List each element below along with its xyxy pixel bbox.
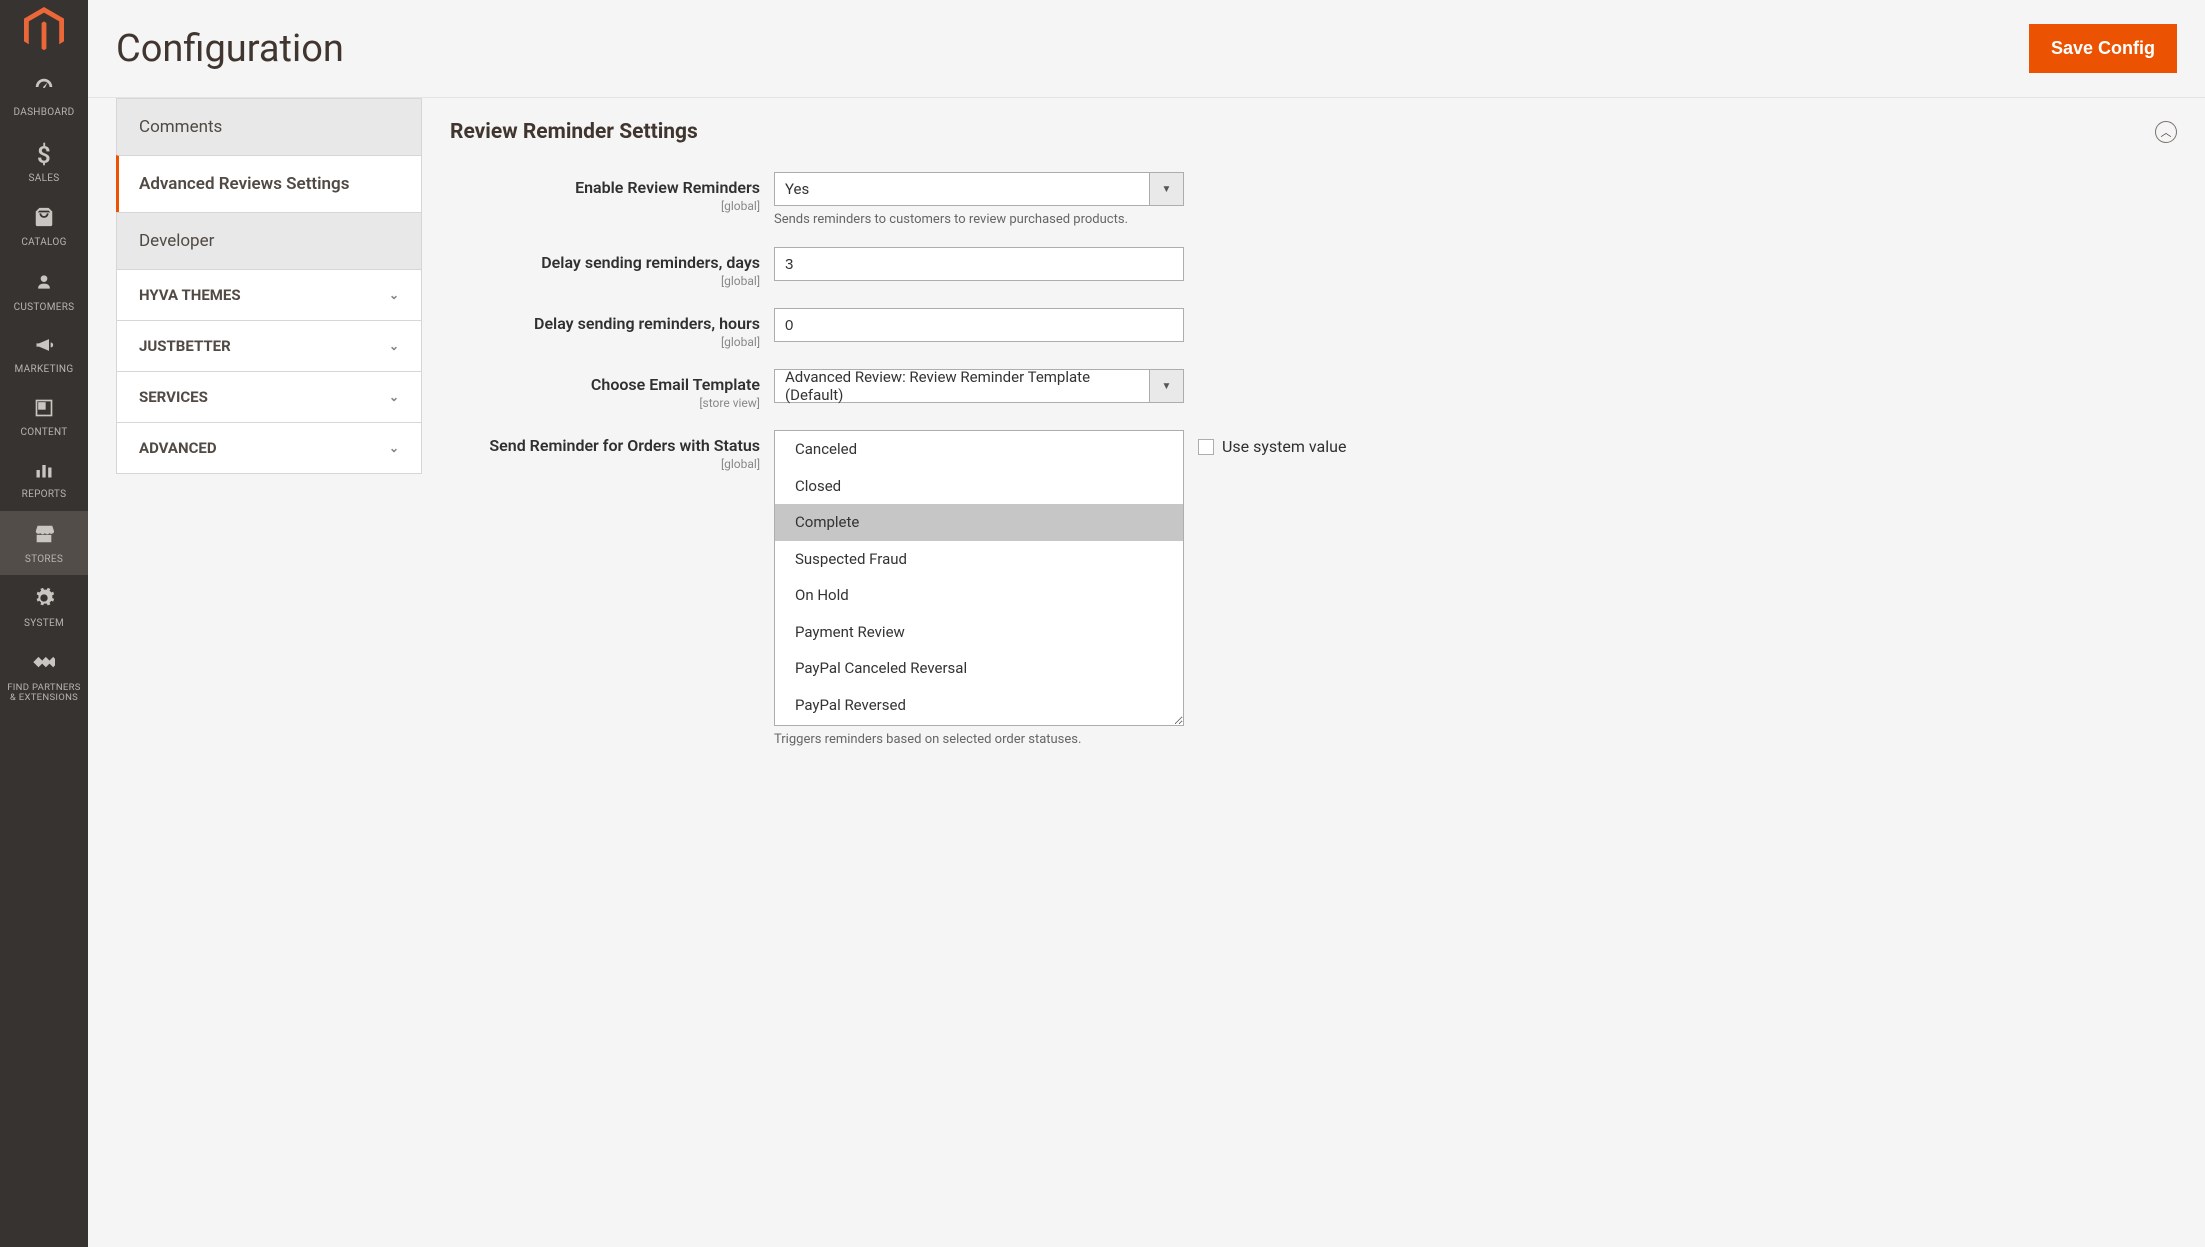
nav-item-marketing[interactable]: MARKETING bbox=[0, 323, 88, 386]
nav-label: CONTENT bbox=[4, 427, 84, 439]
select-value: Yes bbox=[775, 173, 1149, 205]
field-label: Delay sending reminders, days bbox=[541, 253, 760, 272]
field-label: Delay sending reminders, hours bbox=[534, 314, 760, 333]
field-enable-reminders: Enable Review Reminders [global] Yes ▼ S… bbox=[450, 172, 2177, 227]
nav-label: SALES bbox=[4, 173, 84, 185]
nav-label: REPORTS bbox=[4, 489, 84, 501]
group-label: ADVANCED bbox=[139, 439, 217, 457]
sales-icon: $ bbox=[4, 141, 84, 169]
config-tab-advanced-reviews-settings[interactable]: Advanced Reviews Settings bbox=[116, 155, 422, 212]
checkbox-label: Use system value bbox=[1222, 437, 1346, 456]
enable-reminders-select[interactable]: Yes ▼ bbox=[774, 172, 1184, 206]
marketing-icon bbox=[4, 335, 84, 360]
checkbox-icon bbox=[1198, 439, 1214, 455]
status-option[interactable]: Closed bbox=[775, 468, 1183, 505]
nav-item-find-partners[interactable]: FIND PARTNERS & EXTENSIONS bbox=[0, 640, 88, 715]
status-option[interactable]: PayPal Canceled Reversal bbox=[775, 650, 1183, 687]
field-delay-hours: Delay sending reminders, hours [global] bbox=[450, 308, 2177, 349]
nav-item-stores[interactable]: STORES bbox=[0, 511, 88, 576]
save-config-button[interactable]: Save Config bbox=[2029, 24, 2177, 73]
nav-item-system[interactable]: SYSTEM bbox=[0, 575, 88, 640]
status-option[interactable]: Payment Review bbox=[775, 614, 1183, 651]
field-label: Send Reminder for Orders with Status bbox=[489, 436, 760, 455]
chevron-down-icon: ▼ bbox=[1149, 370, 1183, 402]
nav-item-sales[interactable]: $ SALES bbox=[0, 129, 88, 195]
nav-item-catalog[interactable]: CATALOG bbox=[0, 194, 88, 259]
field-label: Choose Email Template bbox=[591, 375, 760, 394]
nav-label: STORES bbox=[4, 554, 84, 566]
reports-icon bbox=[4, 460, 84, 485]
config-group-justbetter[interactable]: JUSTBETTER ⌄ bbox=[116, 321, 422, 372]
nav-label: SYSTEM bbox=[4, 618, 84, 630]
status-option[interactable]: Complete bbox=[775, 504, 1183, 541]
customers-icon bbox=[4, 271, 84, 298]
system-icon bbox=[4, 587, 84, 614]
status-option[interactable]: On Hold bbox=[775, 577, 1183, 614]
nav-item-content[interactable]: CONTENT bbox=[0, 386, 88, 449]
chevron-down-icon: ⌄ bbox=[389, 390, 399, 404]
field-scope: [global] bbox=[450, 199, 760, 213]
chevron-down-icon: ⌄ bbox=[389, 339, 399, 353]
chevron-up-icon: ︿ bbox=[2161, 124, 2172, 140]
status-option[interactable]: Suspected Fraud bbox=[775, 541, 1183, 578]
email-template-select[interactable]: Advanced Review: Review Reminder Templat… bbox=[774, 369, 1184, 403]
section-collapse-toggle[interactable]: ︿ bbox=[2155, 121, 2177, 143]
page-title: Configuration bbox=[116, 27, 344, 71]
status-option[interactable]: Pending bbox=[775, 723, 1183, 726]
delay-days-input[interactable] bbox=[774, 247, 1184, 281]
chevron-down-icon: ⌄ bbox=[389, 441, 399, 455]
field-scope: [store view] bbox=[450, 396, 760, 410]
group-label: HYVA THEMES bbox=[139, 286, 241, 304]
nav-label: CUSTOMERS bbox=[4, 302, 84, 314]
config-tab-developer[interactable]: Developer bbox=[116, 212, 422, 270]
nav-label: FIND PARTNERS & EXTENSIONS bbox=[4, 683, 84, 705]
delay-hours-input[interactable] bbox=[774, 308, 1184, 342]
page-header: Configuration Save Config bbox=[88, 0, 2205, 98]
content-icon bbox=[4, 398, 84, 423]
config-group-hyva-themes[interactable]: HYVA THEMES ⌄ bbox=[116, 269, 422, 321]
field-scope: [global] bbox=[450, 335, 760, 349]
field-delay-days: Delay sending reminders, days [global] bbox=[450, 247, 2177, 288]
order-status-multiselect[interactable]: CanceledClosedCompleteSuspected FraudOn … bbox=[774, 430, 1184, 726]
chevron-down-icon: ⌄ bbox=[389, 288, 399, 302]
nav-label: CATALOG bbox=[4, 237, 84, 249]
magento-logo-icon bbox=[24, 10, 64, 50]
field-label: Enable Review Reminders bbox=[575, 178, 760, 197]
field-note: Sends reminders to customers to review p… bbox=[774, 212, 1184, 227]
nav-item-reports[interactable]: REPORTS bbox=[0, 448, 88, 511]
nav-item-dashboard[interactable]: DASHBOARD bbox=[0, 64, 88, 129]
settings-panel: Review Reminder Settings ︿ Enable Review… bbox=[450, 98, 2205, 767]
use-system-value-checkbox[interactable]: Use system value bbox=[1198, 437, 1346, 456]
nav-item-customers[interactable]: CUSTOMERS bbox=[0, 259, 88, 324]
find-partners-icon bbox=[4, 652, 84, 679]
group-label: JUSTBETTER bbox=[139, 337, 231, 355]
nav-label: MARKETING bbox=[4, 364, 84, 376]
admin-sidebar: DASHBOARD $ SALES CATALOG CUSTOMERS MARKETING… bbox=[0, 0, 88, 1247]
status-option[interactable]: PayPal Reversed bbox=[775, 687, 1183, 724]
config-tab-comments[interactable]: Comments bbox=[116, 98, 422, 155]
select-value: Advanced Review: Review Reminder Templat… bbox=[775, 370, 1149, 402]
field-scope: [global] bbox=[450, 457, 760, 471]
field-order-status: Send Reminder for Orders with Status [gl… bbox=[450, 430, 2177, 747]
config-group-advanced[interactable]: ADVANCED ⌄ bbox=[116, 423, 422, 474]
field-scope: [global] bbox=[450, 274, 760, 288]
catalog-icon bbox=[4, 206, 84, 233]
stores-icon bbox=[4, 523, 84, 550]
section-title: Review Reminder Settings bbox=[450, 120, 698, 144]
config-tabs-panel: CommentsAdvanced Reviews SettingsDevelop… bbox=[116, 98, 422, 474]
field-email-template: Choose Email Template [store view] Advan… bbox=[450, 369, 2177, 410]
chevron-down-icon: ▼ bbox=[1149, 173, 1183, 205]
config-group-services[interactable]: SERVICES ⌄ bbox=[116, 372, 422, 423]
group-label: SERVICES bbox=[139, 388, 208, 406]
status-option[interactable]: Canceled bbox=[775, 431, 1183, 468]
field-note: Triggers reminders based on selected ord… bbox=[774, 732, 1184, 747]
dashboard-icon bbox=[4, 76, 84, 103]
nav-label: DASHBOARD bbox=[4, 107, 84, 119]
